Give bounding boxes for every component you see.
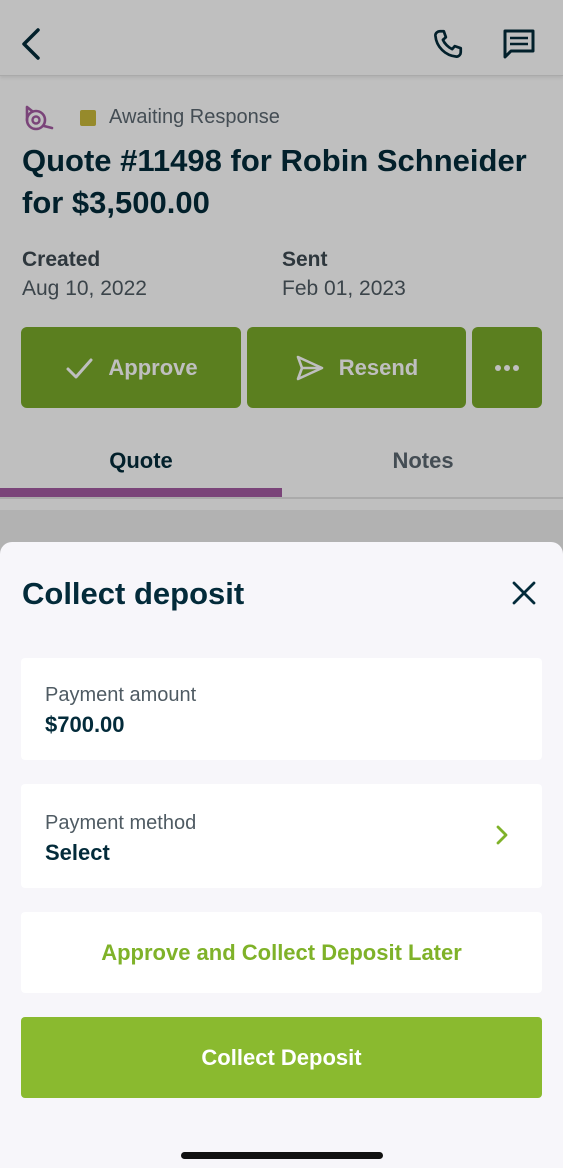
payment-method-label: Payment method	[45, 812, 197, 834]
chevron-right-icon	[496, 825, 508, 845]
approve-collect-later-button[interactable]: Approve and Collect Deposit Later	[21, 912, 542, 993]
close-icon[interactable]	[508, 577, 540, 609]
payment-method-value: Select	[45, 840, 110, 865]
sheet-title: Collect deposit	[22, 576, 245, 611]
collect-deposit-button[interactable]: Collect Deposit	[21, 1017, 542, 1098]
collect-deposit-sheet: Collect deposit Payment amount $700.00 P…	[0, 542, 563, 1168]
payment-amount-value: $700.00	[45, 712, 125, 737]
payment-method-field[interactable]: Payment method Select	[21, 784, 542, 888]
payment-amount-label: Payment amount	[45, 684, 197, 706]
payment-amount-field[interactable]: Payment amount $700.00	[21, 658, 542, 760]
home-indicator	[181, 1152, 383, 1159]
